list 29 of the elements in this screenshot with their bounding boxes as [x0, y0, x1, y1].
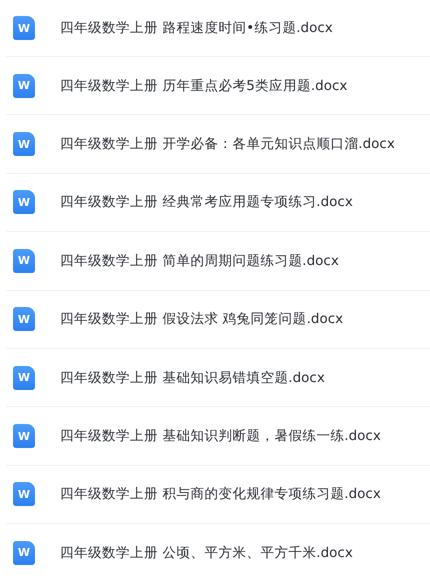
- document-icon: W: [13, 307, 35, 332]
- file-name: 四年级数学上册 基础知识易错填空题.docx: [60, 368, 325, 387]
- file-name: 四年级数学上册 路程速度时间•练习题.docx: [60, 19, 333, 37]
- file-row[interactable]: W 四年级数学上册 历年重点必考5类应用题.docx: [6, 54, 430, 116]
- document-icon: W: [13, 248, 35, 273]
- file-row[interactable]: W 四年级数学上册 经典常考应用题专项练习.docx: [6, 170, 430, 232]
- file-name: 四年级数学上册 经典常考应用题专项练习.docx: [60, 193, 353, 212]
- document-icon: W: [13, 190, 35, 214]
- file-row[interactable]: W 四年级数学上册 路程速度时间•练习题.docx: [6, 0, 430, 57]
- file-name: 四年级数学上册 基础知识判断题，暑假练一练.docx: [60, 427, 381, 446]
- file-row[interactable]: W 四年级数学上册 基础知识判断题，暑假练一练.docx: [6, 404, 430, 466]
- file-row[interactable]: W 四年级数学上册 基础知识易错填空题.docx: [6, 346, 430, 408]
- document-icon: W: [13, 540, 35, 565]
- document-icon: W: [13, 16, 35, 40]
- file-row[interactable]: W 四年级数学上册 简单的周期问题练习题.docx: [6, 229, 430, 291]
- file-row[interactable]: W 四年级数学上册 积与商的变化规律专项练习题.docx: [6, 462, 430, 524]
- document-icon: W: [13, 424, 35, 448]
- document-icon: W: [13, 74, 35, 98]
- file-name: 四年级数学上册 公顷、平方米、平方千米.docx: [60, 544, 353, 562]
- file-name: 四年级数学上册 历年重点必考5类应用题.docx: [60, 76, 348, 95]
- file-name: 四年级数学上册 开学必备：各单元知识点顺口溜.docx: [60, 135, 395, 154]
- file-row[interactable]: W 四年级数学上册 开学必备：各单元知识点顺口溜.docx: [6, 112, 430, 174]
- document-icon: W: [13, 366, 35, 390]
- document-icon: W: [13, 482, 35, 506]
- document-icon: W: [13, 132, 35, 156]
- file-row[interactable]: W 四年级数学上册 假设法求 鸡兔同笼问题.docx: [6, 288, 430, 349]
- file-name: 四年级数学上册 假设法求 鸡兔同笼问题.docx: [60, 310, 344, 328]
- file-name: 四年级数学上册 积与商的变化规律专项练习题.docx: [60, 485, 381, 504]
- file-name: 四年级数学上册 简单的周期问题练习题.docx: [60, 252, 339, 270]
